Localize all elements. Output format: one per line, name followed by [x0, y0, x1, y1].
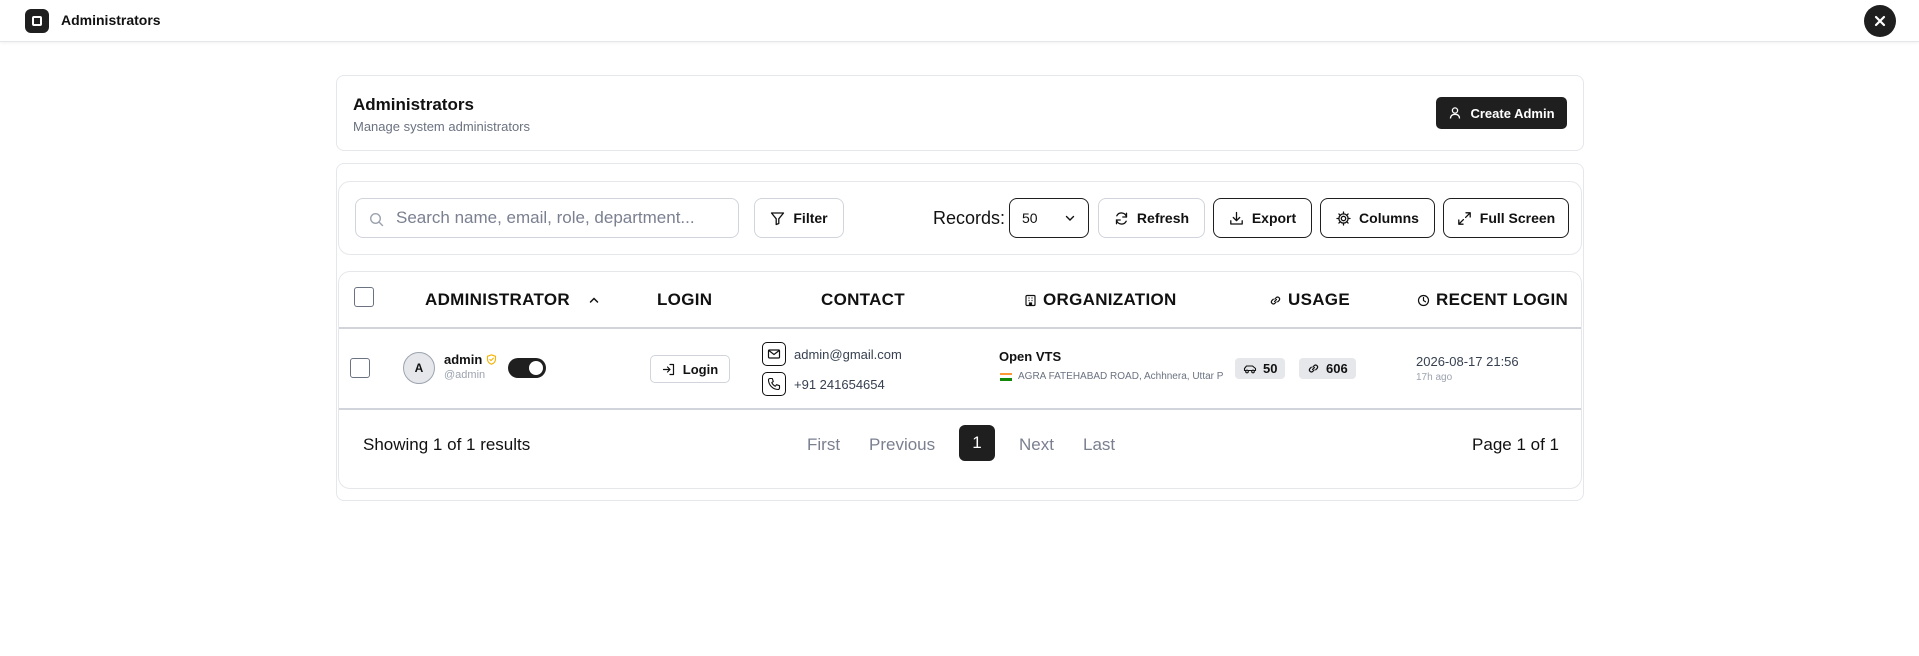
create-admin-label: Create Admin [1470, 105, 1555, 121]
link-icon [1308, 364, 1319, 373]
contact-phone: +91 241654654 [794, 377, 885, 392]
refresh-button[interactable]: Refresh [1098, 198, 1205, 238]
mail-icon [762, 342, 786, 366]
records-label: Records: [933, 208, 1006, 228]
column-header-contact: CONTACT [821, 290, 905, 309]
export-label: Export [1251, 210, 1297, 226]
search-input[interactable] [356, 199, 738, 237]
search-box[interactable] [355, 198, 739, 238]
recent-login-ago: 17h ago [1416, 372, 1453, 383]
active-toggle[interactable] [508, 358, 546, 378]
first-page-button[interactable]: First [807, 435, 840, 455]
top-bar: Administrators [0, 0, 1919, 42]
columns-button[interactable]: Columns [1320, 198, 1435, 238]
admin-table: ADMINISTRATOR LOGIN CONTACT ORGANIZATION… [338, 271, 1582, 489]
link-icon [1270, 296, 1281, 304]
column-header-organization: ORGANIZATION [1024, 290, 1177, 310]
column-header-usage: USAGE [1269, 290, 1350, 310]
page-title: Administrators [353, 95, 474, 114]
column-header-recent-login: RECENT LOGIN [1417, 290, 1568, 310]
table-toolbar: Filter Records: 50 Refresh Export Column… [338, 181, 1582, 255]
user-icon [1450, 107, 1461, 119]
gear-icon [1336, 210, 1351, 226]
app-logo-icon [25, 9, 49, 33]
close-button[interactable] [1864, 5, 1896, 37]
select-all-checkbox[interactable] [354, 287, 374, 307]
admin-handle: @admin [444, 369, 486, 381]
records-select[interactable]: 50 [1009, 198, 1089, 238]
filter-button[interactable]: Filter [754, 198, 844, 238]
admin-table-card: Filter Records: 50 Refresh Export Column… [336, 163, 1584, 501]
full-screen-label: Full Screen [1479, 210, 1556, 226]
recent-login-time: 2026-08-17 21:56 [1416, 354, 1519, 369]
search-icon [369, 212, 384, 227]
previous-page-button[interactable]: Previous [869, 435, 935, 455]
chevron-down-icon [1065, 215, 1075, 221]
building-icon [1025, 294, 1036, 306]
window-title: Administrators [61, 12, 161, 28]
expand-icon [1457, 211, 1471, 225]
current-page-button[interactable]: 1 [959, 425, 995, 461]
organization-name: Open VTS [999, 349, 1062, 364]
login-icon [662, 363, 674, 375]
admin-name[interactable]: admin [444, 352, 482, 367]
india-flag-icon [1000, 372, 1012, 381]
refresh-label: Refresh [1136, 210, 1190, 226]
login-label: Login [682, 361, 719, 377]
filter-label: Filter [793, 210, 828, 226]
columns-label: Columns [1359, 210, 1419, 226]
login-as-button[interactable]: Login [650, 355, 730, 383]
refresh-icon [1115, 211, 1128, 225]
column-header-administrator[interactable]: ADMINISTRATOR [425, 290, 602, 310]
table-header: ADMINISTRATOR LOGIN CONTACT ORGANIZATION… [339, 272, 1581, 329]
records-value: 50 [1022, 210, 1038, 226]
next-page-button[interactable]: Next [1019, 435, 1054, 455]
avatar: A [403, 352, 435, 384]
usage-vehicles-badge: 50 [1235, 358, 1286, 379]
sort-ascending-icon [589, 297, 599, 303]
phone-icon [762, 372, 786, 396]
page-indicator: Page 1 of 1 [1472, 435, 1559, 454]
car-icon [1243, 364, 1257, 373]
column-header-login: LOGIN [657, 290, 713, 309]
last-page-button[interactable]: Last [1083, 435, 1115, 455]
full-screen-button[interactable]: Full Screen [1443, 198, 1569, 238]
usage-links-badge: 606 [1299, 358, 1356, 379]
close-icon [1874, 15, 1886, 27]
page-subtitle: Manage system administrators [353, 119, 531, 134]
filter-icon [771, 211, 785, 225]
contact-email[interactable]: admin@gmail.com [794, 347, 902, 362]
download-icon [1229, 211, 1243, 225]
results-summary: Showing 1 of 1 results [363, 435, 531, 454]
row-select-checkbox[interactable] [350, 358, 370, 378]
table-row: A admin @admin Login admin@gmail.com +91… [339, 331, 1581, 410]
clock-icon [1417, 294, 1430, 306]
organization-address: AGRA FATEHABAD ROAD, Achhnera, Uttar P [1000, 371, 1226, 382]
create-admin-button[interactable]: Create Admin [1436, 97, 1567, 129]
page-header-card: Administrators Manage system administrat… [336, 75, 1584, 151]
verified-badge-icon [486, 354, 497, 365]
export-button[interactable]: Export [1213, 198, 1312, 238]
